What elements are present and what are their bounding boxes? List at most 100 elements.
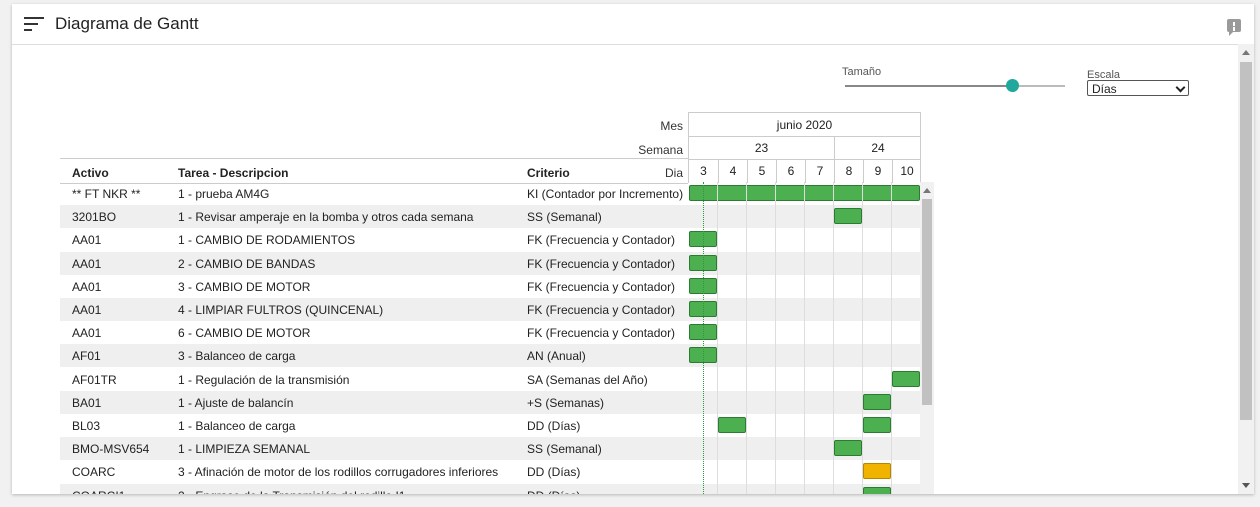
cell-criterio: AN (Anual) [527,349,586,364]
day-cell: 6 [776,160,805,183]
day-cell: 7 [805,160,834,183]
scale-select[interactable]: Días [1087,80,1189,96]
cell-criterio: DD (Días) [527,465,581,480]
column-tarea[interactable]: Tarea - Descripcion [178,166,288,180]
cell-activo: BA01 [72,395,102,410]
chevron-down-icon [1175,82,1186,93]
scale-select-value: Días [1092,82,1117,96]
task-bar[interactable] [689,301,717,317]
cell-criterio: FK (Frecuencia y Contador) [527,326,676,341]
gantt-row [688,437,920,460]
page-scroll-down-icon[interactable] [1242,483,1250,488]
task-bar[interactable] [689,254,717,271]
gantt-row [688,321,920,344]
table-row[interactable]: COARC 3 - Afinación de motor de los rodil… [60,460,920,483]
page-scroll-thumb[interactable] [1240,62,1252,420]
cell-tarea: 6 - CAMBIO DE MOTOR [178,326,311,341]
cell-criterio: FK (Frecuencia y Contador) [527,256,676,271]
task-bar[interactable] [689,347,717,364]
task-bar[interactable] [689,231,717,248]
cell-activo: ** FT NKR ** [72,187,141,201]
gantt-row [688,228,920,251]
panel-header: Diagrama de Gantt [12,4,1254,45]
cell-criterio: KI (Contador por Incremento) [527,187,684,201]
comment-icon[interactable] [1227,19,1241,36]
table-row[interactable]: AF01 3 - Balanceo de carga AN (Anual) [60,344,920,368]
month-cell: junio 2020 [689,113,920,137]
cell-tarea: 1 - Balanceo de carga [178,419,296,433]
cell-tarea: 1 - Ajuste de balancín [178,395,294,410]
task-bar[interactable] [892,370,920,387]
task-bar[interactable] [834,440,862,457]
gantt-panel: Diagrama de Gantt Tamaño Escala Días Mes… [12,4,1254,494]
gantt-row [688,252,920,275]
cell-activo: 3201BO [72,210,117,225]
size-slider[interactable] [845,79,1065,92]
cell-criterio: DD (Días) [527,419,581,433]
task-bar[interactable] [863,486,891,494]
gantt-row [688,182,920,205]
cell-tarea: 4 - LIMPIAR FULTROS (QUINCENAL) [178,303,384,317]
task-bar[interactable] [689,324,717,341]
table-row[interactable]: AA01 3 - CAMBIO DE MOTOR FK (Frecuencia y … [60,275,920,298]
cell-criterio: FK (Frecuencia y Contador) [527,233,676,248]
week-label: Semana [638,143,683,157]
task-bar[interactable] [863,463,891,480]
sort-menu-icon[interactable] [24,17,44,31]
table-row[interactable]: BMO-MSV654 1 - LIMPIEZA SEMANAL SS (Semana… [60,437,920,461]
cell-tarea: 1 - LIMPIEZA SEMANAL [178,442,311,457]
cell-activo: AA01 [72,303,102,317]
table-row[interactable]: AA01 6 - CAMBIO DE MOTOR FK (Frecuencia y … [60,321,920,344]
size-slider-thumb[interactable] [1006,79,1020,92]
page-scrollbar[interactable] [1238,44,1254,494]
cell-tarea: 1 - Regulación de la transmisión [178,372,350,387]
cell-activo: COARCI1 [72,489,125,494]
gantt-row [688,460,920,483]
table-scrollbar[interactable] [920,182,934,494]
day-cell: 5 [747,160,776,183]
cell-criterio: FK (Frecuencia y Contador) [527,303,676,317]
cell-criterio: +S (Semanas) [527,395,605,410]
table-row[interactable]: 3201BO 1 - Revisar amperaje en la bomba y… [60,205,920,229]
gantt-row [688,368,920,391]
month-label: Mes [660,119,683,133]
table-row[interactable]: BL03 1 - Balanceo de carga DD (Días) [60,414,920,437]
table-row[interactable]: AA01 1 - CAMBIO DE RODAMIENTOS FK (Frecuen… [60,228,920,251]
cell-tarea: 2 - CAMBIO DE BANDAS [178,256,316,271]
task-bar[interactable] [718,417,746,433]
cell-activo: AF01 [72,349,101,364]
scroll-up-icon[interactable] [923,188,931,193]
task-bar[interactable] [863,417,891,433]
cell-tarea: 1 - CAMBIO DE RODAMIENTOS [178,233,356,248]
table-row[interactable]: BA01 1 - Ajuste de balancín +S (Semanas) [60,390,920,414]
column-activo[interactable]: Activo [72,166,109,180]
day-cell: 9 [863,160,892,183]
task-bar[interactable] [834,208,862,225]
table-row[interactable]: AF01TR 1 - Regulación de la transmisión SA… [60,368,920,391]
task-table: ** FT NKR ** 1 - prueba AM4G KI (Contador … [60,182,920,494]
cell-criterio: SS (Semanal) [527,210,602,225]
cell-tarea: 3 - Afinación de motor de los rodillos c… [178,465,499,480]
table-row[interactable]: ** FT NKR ** 1 - prueba AM4G KI (Contador … [60,182,920,205]
cell-tarea: 3 - Balanceo de carga [178,349,296,364]
page-scroll-up-icon[interactable] [1242,50,1250,55]
cell-tarea: 3 - CAMBIO DE MOTOR [178,279,311,294]
gantt-row [688,298,920,321]
week-cell: 23 [689,137,834,160]
table-scroll-thumb[interactable] [922,199,932,405]
table-row[interactable]: AA01 4 - LIMPIAR FULTROS (QUINCENAL) FK (F… [60,298,920,321]
day-cell: 4 [718,160,747,183]
cell-activo: BMO-MSV654 [72,442,150,457]
cell-criterio: SA (Semanas del Año) [527,372,648,387]
task-bar[interactable] [863,393,891,410]
cell-criterio: DD (Días) [527,489,580,494]
task-bar[interactable] [689,277,717,294]
task-bar[interactable] [689,185,920,201]
table-row[interactable]: COARCI1 2 - Engrase de la Transmisión del… [60,483,920,494]
column-criterio[interactable]: Criterio [527,166,570,180]
table-row[interactable]: AA01 2 - CAMBIO DE BANDAS FK (Frecuencia y… [60,251,920,275]
size-slider-fill [845,85,1013,87]
cell-activo: AA01 [72,326,102,341]
gantt-row [688,344,920,367]
gantt-row [688,275,920,298]
